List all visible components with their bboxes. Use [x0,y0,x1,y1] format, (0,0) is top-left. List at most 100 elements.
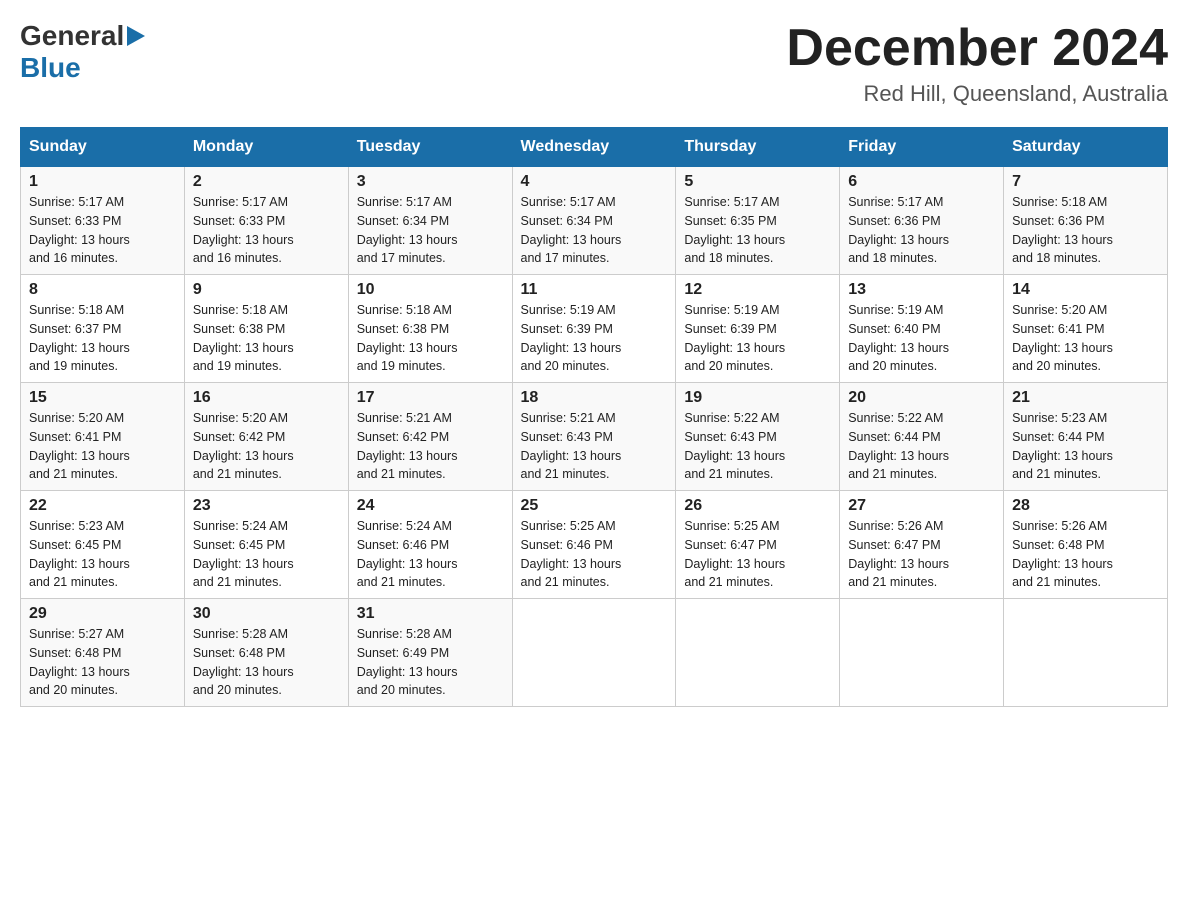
day-number: 7 [1012,173,1159,191]
day-number: 13 [848,281,995,299]
day-number: 21 [1012,389,1159,407]
title-block: December 2024 Red Hill, Queensland, Aust… [786,20,1168,107]
day-info: Sunrise: 5:17 AMSunset: 6:35 PMDaylight:… [684,195,785,265]
col-tuesday: Tuesday [348,128,512,167]
day-number: 25 [521,497,668,515]
calendar-cell [1004,599,1168,707]
day-info: Sunrise: 5:21 AMSunset: 6:43 PMDaylight:… [521,411,622,481]
logo-triangle-icon [127,26,145,46]
day-info: Sunrise: 5:26 AMSunset: 6:48 PMDaylight:… [1012,519,1113,589]
calendar-cell [676,599,840,707]
calendar-cell: 29 Sunrise: 5:27 AMSunset: 6:48 PMDaylig… [21,599,185,707]
calendar-cell: 27 Sunrise: 5:26 AMSunset: 6:47 PMDaylig… [840,491,1004,599]
calendar-cell: 26 Sunrise: 5:25 AMSunset: 6:47 PMDaylig… [676,491,840,599]
calendar-week-row: 22 Sunrise: 5:23 AMSunset: 6:45 PMDaylig… [21,491,1168,599]
calendar-cell: 12 Sunrise: 5:19 AMSunset: 6:39 PMDaylig… [676,275,840,383]
day-number: 28 [1012,497,1159,515]
calendar-cell: 2 Sunrise: 5:17 AMSunset: 6:33 PMDayligh… [184,167,348,275]
logo-blue-text: Blue [20,52,81,83]
day-number: 26 [684,497,831,515]
day-number: 24 [357,497,504,515]
calendar-cell: 8 Sunrise: 5:18 AMSunset: 6:37 PMDayligh… [21,275,185,383]
day-info: Sunrise: 5:18 AMSunset: 6:36 PMDaylight:… [1012,195,1113,265]
day-number: 1 [29,173,176,191]
day-info: Sunrise: 5:22 AMSunset: 6:44 PMDaylight:… [848,411,949,481]
day-number: 12 [684,281,831,299]
day-info: Sunrise: 5:17 AMSunset: 6:34 PMDaylight:… [357,195,458,265]
calendar-cell: 31 Sunrise: 5:28 AMSunset: 6:49 PMDaylig… [348,599,512,707]
day-info: Sunrise: 5:17 AMSunset: 6:33 PMDaylight:… [29,195,130,265]
month-year-title: December 2024 [786,20,1168,77]
day-number: 14 [1012,281,1159,299]
calendar-cell: 18 Sunrise: 5:21 AMSunset: 6:43 PMDaylig… [512,383,676,491]
calendar-cell [512,599,676,707]
calendar-cell: 28 Sunrise: 5:26 AMSunset: 6:48 PMDaylig… [1004,491,1168,599]
col-sunday: Sunday [21,128,185,167]
day-info: Sunrise: 5:18 AMSunset: 6:37 PMDaylight:… [29,303,130,373]
day-info: Sunrise: 5:19 AMSunset: 6:39 PMDaylight:… [684,303,785,373]
calendar-cell: 6 Sunrise: 5:17 AMSunset: 6:36 PMDayligh… [840,167,1004,275]
calendar-cell: 17 Sunrise: 5:21 AMSunset: 6:42 PMDaylig… [348,383,512,491]
calendar-cell: 24 Sunrise: 5:24 AMSunset: 6:46 PMDaylig… [348,491,512,599]
day-number: 9 [193,281,340,299]
day-number: 29 [29,605,176,623]
calendar-cell: 11 Sunrise: 5:19 AMSunset: 6:39 PMDaylig… [512,275,676,383]
day-info: Sunrise: 5:23 AMSunset: 6:44 PMDaylight:… [1012,411,1113,481]
col-friday: Friday [840,128,1004,167]
day-number: 8 [29,281,176,299]
calendar-cell: 1 Sunrise: 5:17 AMSunset: 6:33 PMDayligh… [21,167,185,275]
day-number: 4 [521,173,668,191]
logo: General Blue [20,20,145,84]
day-info: Sunrise: 5:24 AMSunset: 6:46 PMDaylight:… [357,519,458,589]
col-wednesday: Wednesday [512,128,676,167]
calendar-week-row: 8 Sunrise: 5:18 AMSunset: 6:37 PMDayligh… [21,275,1168,383]
calendar-cell: 5 Sunrise: 5:17 AMSunset: 6:35 PMDayligh… [676,167,840,275]
col-thursday: Thursday [676,128,840,167]
calendar-cell: 19 Sunrise: 5:22 AMSunset: 6:43 PMDaylig… [676,383,840,491]
day-number: 17 [357,389,504,407]
calendar-cell: 22 Sunrise: 5:23 AMSunset: 6:45 PMDaylig… [21,491,185,599]
calendar-cell: 25 Sunrise: 5:25 AMSunset: 6:46 PMDaylig… [512,491,676,599]
day-number: 20 [848,389,995,407]
calendar-cell: 15 Sunrise: 5:20 AMSunset: 6:41 PMDaylig… [21,383,185,491]
day-number: 10 [357,281,504,299]
day-number: 2 [193,173,340,191]
day-info: Sunrise: 5:19 AMSunset: 6:39 PMDaylight:… [521,303,622,373]
calendar-cell: 3 Sunrise: 5:17 AMSunset: 6:34 PMDayligh… [348,167,512,275]
calendar-cell: 14 Sunrise: 5:20 AMSunset: 6:41 PMDaylig… [1004,275,1168,383]
day-number: 27 [848,497,995,515]
day-info: Sunrise: 5:23 AMSunset: 6:45 PMDaylight:… [29,519,130,589]
day-info: Sunrise: 5:18 AMSunset: 6:38 PMDaylight:… [193,303,294,373]
day-number: 3 [357,173,504,191]
day-number: 18 [521,389,668,407]
day-info: Sunrise: 5:19 AMSunset: 6:40 PMDaylight:… [848,303,949,373]
day-info: Sunrise: 5:27 AMSunset: 6:48 PMDaylight:… [29,627,130,697]
day-info: Sunrise: 5:25 AMSunset: 6:46 PMDaylight:… [521,519,622,589]
col-monday: Monday [184,128,348,167]
calendar-header-row: Sunday Monday Tuesday Wednesday Thursday… [21,128,1168,167]
day-number: 16 [193,389,340,407]
calendar-week-row: 1 Sunrise: 5:17 AMSunset: 6:33 PMDayligh… [21,167,1168,275]
calendar-week-row: 15 Sunrise: 5:20 AMSunset: 6:41 PMDaylig… [21,383,1168,491]
day-number: 11 [521,281,668,299]
calendar-cell: 13 Sunrise: 5:19 AMSunset: 6:40 PMDaylig… [840,275,1004,383]
calendar-cell: 4 Sunrise: 5:17 AMSunset: 6:34 PMDayligh… [512,167,676,275]
calendar-cell: 23 Sunrise: 5:24 AMSunset: 6:45 PMDaylig… [184,491,348,599]
day-number: 5 [684,173,831,191]
calendar-cell: 9 Sunrise: 5:18 AMSunset: 6:38 PMDayligh… [184,275,348,383]
day-info: Sunrise: 5:26 AMSunset: 6:47 PMDaylight:… [848,519,949,589]
day-info: Sunrise: 5:20 AMSunset: 6:41 PMDaylight:… [1012,303,1113,373]
day-info: Sunrise: 5:28 AMSunset: 6:48 PMDaylight:… [193,627,294,697]
day-number: 19 [684,389,831,407]
calendar-cell: 30 Sunrise: 5:28 AMSunset: 6:48 PMDaylig… [184,599,348,707]
day-number: 23 [193,497,340,515]
calendar-week-row: 29 Sunrise: 5:27 AMSunset: 6:48 PMDaylig… [21,599,1168,707]
day-info: Sunrise: 5:17 AMSunset: 6:33 PMDaylight:… [193,195,294,265]
day-info: Sunrise: 5:22 AMSunset: 6:43 PMDaylight:… [684,411,785,481]
day-number: 31 [357,605,504,623]
location-subtitle: Red Hill, Queensland, Australia [786,81,1168,107]
calendar-cell: 16 Sunrise: 5:20 AMSunset: 6:42 PMDaylig… [184,383,348,491]
calendar-table: Sunday Monday Tuesday Wednesday Thursday… [20,127,1168,707]
day-info: Sunrise: 5:18 AMSunset: 6:38 PMDaylight:… [357,303,458,373]
calendar-cell: 10 Sunrise: 5:18 AMSunset: 6:38 PMDaylig… [348,275,512,383]
